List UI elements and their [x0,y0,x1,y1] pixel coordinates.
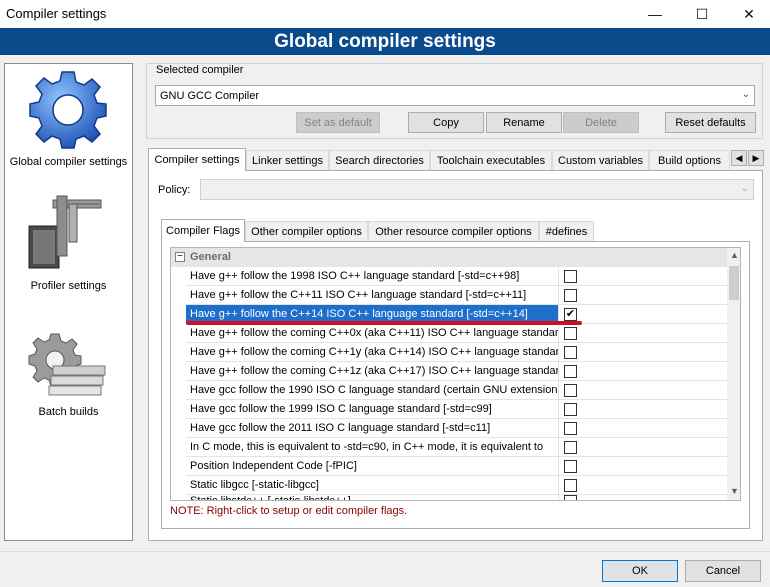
rename-button[interactable]: Rename [486,112,562,133]
scrollbar-thumb[interactable] [729,266,739,300]
flag-checkbox[interactable] [564,384,577,397]
flag-checkbox[interactable] [564,327,577,340]
maximize-button[interactable]: ☐ [679,0,725,28]
delete-button[interactable]: Delete [563,112,639,133]
flag-checkbox[interactable] [564,441,577,454]
title-bar: Compiler settings — ☐ ✕ [0,0,770,28]
flags-scrollbar[interactable]: ▲ ▼ [727,248,740,500]
flag-label: Have g++ follow the C++11 ISO C++ langua… [186,286,559,305]
minimize-button[interactable]: — [632,0,678,28]
flag-label: Position Independent Code [-fPIC] [186,457,559,476]
tab-compiler-settings[interactable]: Compiler settings [148,148,246,171]
flag-checkbox[interactable] [564,270,577,283]
flag-label: Static libstdc++ [-static-libstdc++] [186,492,559,500]
policy-label: Policy: [158,184,191,196]
compiler-select[interactable]: GNU GCC Compiler ⌄ [155,85,755,106]
tab-other-resource-compiler-options[interactable]: Other resource compiler options [368,221,539,242]
flag-checkbox[interactable] [564,365,577,378]
flag-row[interactable]: Have gcc follow the 1990 ISO C language … [171,381,727,400]
flag-row[interactable]: Have gcc follow the 1999 ISO C language … [171,400,727,419]
ok-button[interactable]: OK [602,560,678,582]
footer-divider [0,551,770,552]
gear-stack-icon [28,333,106,396]
category-label: General [190,251,231,263]
flag-row[interactable]: Static libstdc++ [-static-libstdc++] [171,492,727,500]
sidebar-item-label: Profiler settings [30,280,107,292]
tab-build-options[interactable]: Build options [649,150,730,171]
flag-label: Have gcc follow the 1990 ISO C language … [186,381,559,400]
flag-checkbox[interactable] [564,460,577,473]
flag-row[interactable]: Position Independent Code [-fPIC] [171,457,727,476]
page-banner: Global compiler settings [0,28,770,55]
flag-checkbox[interactable] [564,495,577,500]
scroll-up-icon[interactable]: ▲ [730,250,739,260]
flag-label: Have gcc follow the 1999 ISO C language … [186,400,559,419]
flag-row[interactable]: Have g++ follow the coming C++1y (aka C+… [171,343,727,362]
compiler-flags-list[interactable]: − General Have g++ follow the 1998 ISO C… [170,247,741,501]
flag-checkbox[interactable] [564,403,577,416]
sidebar-item-batch-builds[interactable]: Batch builds [5,330,132,430]
chevron-down-icon: ⌄ [741,89,750,100]
flags-note: NOTE: Right-click to setup or edit compi… [170,505,408,517]
window-title: Compiler settings [6,6,107,21]
tab-search-directories[interactable]: Search directories [329,150,430,171]
sidebar-item-profiler-settings[interactable]: Profiler settings [5,192,132,292]
sidebar: Global compiler settings Profiler settin… [4,63,133,541]
flag-label: In C mode, this is equivalent to -std=c9… [186,438,559,457]
tab-scroll-right-icon[interactable]: ▶ [748,150,764,166]
chevron-down-icon: ⌄ [740,183,749,194]
flag-label: Have g++ follow the 1998 ISO C++ languag… [186,267,559,286]
sidebar-item-label: Batch builds [38,406,99,418]
sidebar-item-global-compiler-settings[interactable]: Global compiler settings [5,68,132,168]
close-button[interactable]: ✕ [726,0,770,28]
flag-checkbox[interactable] [564,289,577,302]
flag-row[interactable]: Have g++ follow the 1998 ISO C++ languag… [171,267,727,286]
flag-row[interactable]: Have g++ follow the coming C++0x (aka C+… [171,324,727,343]
flag-label: Have g++ follow the coming C++1y (aka C+… [186,343,559,362]
selected-compiler-legend: Selected compiler [154,64,246,76]
set-as-default-button[interactable]: Set as default [296,112,380,133]
tab-other-compiler-options[interactable]: Other compiler options [245,221,368,242]
gear-icon [29,71,107,149]
flag-checkbox[interactable] [564,422,577,435]
tab-toolchain-executables[interactable]: Toolchain executables [430,150,552,171]
flag-label: Have gcc follow the 2011 ISO C language … [186,419,559,438]
flag-row[interactable]: Have g++ follow the coming C++1z (aka C+… [171,362,727,381]
scroll-down-icon[interactable]: ▼ [730,486,739,496]
tab-scroll-left-icon[interactable]: ◀ [731,150,747,166]
sidebar-item-label: Global compiler settings [9,156,128,168]
policy-select[interactable]: ⌄ [200,179,754,200]
cancel-button[interactable]: Cancel [685,560,761,582]
flag-category-general[interactable]: − General [171,248,727,267]
annotation-underline [186,321,582,325]
tab-linker-settings[interactable]: Linker settings [246,150,329,171]
flag-checkbox[interactable] [564,346,577,359]
compiler-select-value: GNU GCC Compiler [160,89,260,102]
flag-label: Have g++ follow the coming C++0x (aka C+… [186,324,559,343]
collapse-icon[interactable]: − [175,252,185,262]
flag-row[interactable]: Have gcc follow the 2011 ISO C language … [171,419,727,438]
flag-checkbox[interactable] [564,479,577,492]
flag-checkbox-checked[interactable]: ✔ [564,308,577,321]
tab-compiler-flags[interactable]: Compiler Flags [161,219,245,242]
caliper-icon [28,195,102,269]
reset-defaults-button[interactable]: Reset defaults [665,112,756,133]
tab-defines[interactable]: #defines [539,221,594,242]
tab-custom-variables[interactable]: Custom variables [552,150,649,171]
flag-row[interactable]: Have g++ follow the C++11 ISO C++ langua… [171,286,727,305]
flag-row[interactable]: In C mode, this is equivalent to -std=c9… [171,438,727,457]
flag-label: Have g++ follow the coming C++1z (aka C+… [186,362,559,381]
copy-button[interactable]: Copy [408,112,484,133]
